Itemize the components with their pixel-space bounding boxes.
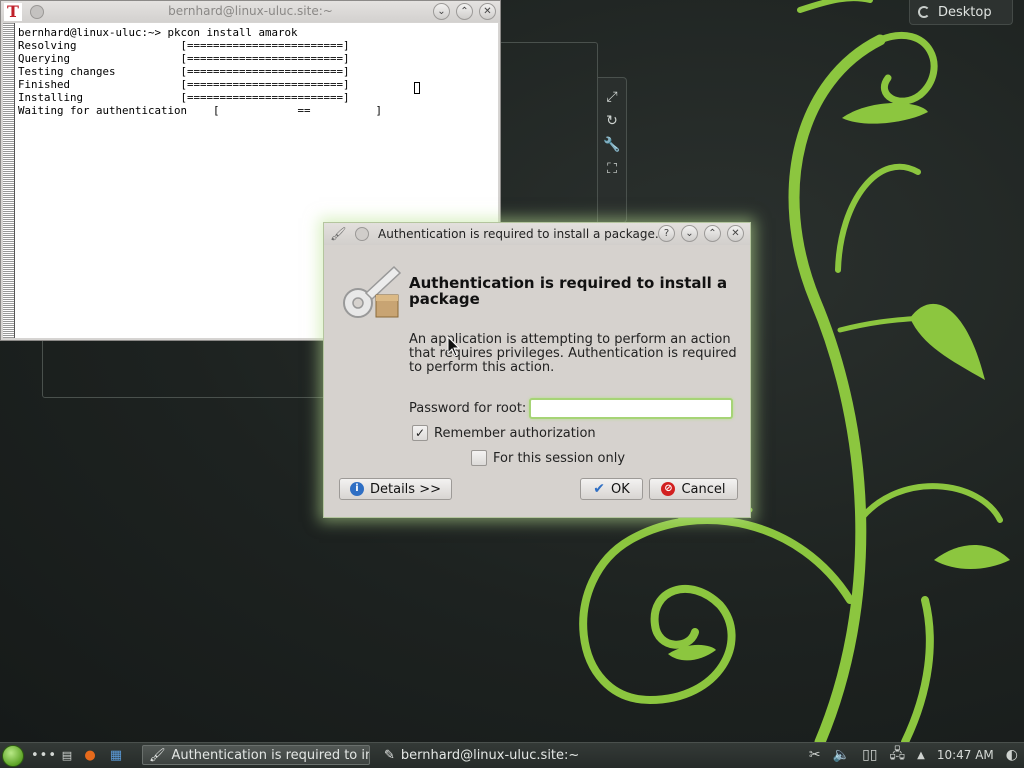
cancel-button-label: Cancel [681,481,726,497]
rotate-icon[interactable]: ↻ [603,112,621,130]
volume-icon[interactable]: 🔈 [833,747,850,763]
unchecked-box-icon[interactable] [471,450,487,466]
check-icon[interactable]: ✓ [412,425,428,441]
network-icon[interactable]: 🖧 [889,743,905,767]
dialog-title: Authentication is required to install a … [378,227,667,241]
cancel-icon: ⊘ [661,482,676,496]
password-field[interactable] [529,398,733,419]
terminal-scrollbar[interactable] [3,23,15,338]
password-label: Password for root: [409,401,527,416]
desktop-toolbox-button[interactable]: Desktop [909,0,1013,25]
remember-authorization-checkbox[interactable]: ✓ Remember authorization [412,425,596,441]
minimize-button[interactable]: ⌄ [433,3,450,20]
window-menu-dot[interactable] [354,227,369,241]
pager-icon[interactable]: ▤ [58,749,76,762]
details-button[interactable]: i Details >> [339,478,452,500]
minimize-button[interactable]: ⌄ [681,225,698,242]
konsole-icon: ✎ [384,747,395,763]
help-button[interactable]: ? [658,225,675,242]
resize-icon[interactable]: ⤢ [603,88,621,106]
cashew-icon[interactable]: ◐ [1006,747,1018,763]
task-terminal-label: bernhard@linux-uluc.site:~ [400,747,578,763]
wrench-icon[interactable]: 🔧 [603,136,621,154]
cancel-button[interactable]: ⊘ Cancel [649,478,738,500]
cashew-icon [918,6,930,18]
brush-icon: 🖌 [149,747,166,763]
application-launcher-icon[interactable] [2,744,24,767]
remember-authorization-label[interactable]: Remember authorization [434,426,596,441]
maximize-icon[interactable]: ⛶ [603,160,621,178]
maximize-button[interactable]: ⌃ [456,3,473,20]
task-auth-dialog[interactable]: 🖌 Authentication is required to in [142,745,370,765]
device-notifier-icon[interactable]: ▯▯ [862,747,877,763]
tray-expand-icon[interactable]: ▲ [917,750,925,761]
maximize-button[interactable]: ⌃ [704,225,721,242]
dialog-heading: Authentication is required to install a … [409,274,728,308]
close-button[interactable]: ✕ [479,3,496,20]
close-button[interactable]: ✕ [727,225,744,242]
terminal-cursor [414,82,420,94]
details-button-label: Details >> [370,481,441,497]
clock[interactable]: 10:47 AM [937,748,994,762]
ok-button[interactable]: ✔ OK [580,478,643,500]
desktop-toolbox-label: Desktop [938,4,992,20]
dialog-titlebar[interactable]: 🖌 Authentication is required to install … [324,223,750,245]
mouse-pointer-icon [447,336,461,357]
file-manager-icon[interactable]: ▦ [104,748,128,763]
more-dots-icon[interactable]: ••• [30,748,58,763]
task-auth-dialog-label: Authentication is required to in [171,747,370,763]
system-tray: ✂ 🔈 ▯▯ 🖧 ▲ 10:47 AM ◐ [809,743,1024,767]
widget-handle[interactable]: ⤢ ↻ 🔧 ⛶ [598,77,627,223]
session-only-label[interactable]: For this session only [493,451,625,466]
info-icon: i [350,482,364,496]
klipper-icon[interactable]: ✂ [809,747,821,763]
brush-icon: 🖌 [330,226,347,242]
session-only-checkbox[interactable]: For this session only [471,450,625,466]
terminal-title: bernhard@linux-uluc.site:~ [168,4,333,18]
task-terminal[interactable]: ✎ bernhard@linux-uluc.site:~ [378,745,578,765]
ok-button-label: OK [610,481,630,497]
auth-dialog[interactable]: 🖌 Authentication is required to install … [323,222,751,518]
key-package-icon [343,265,402,318]
checkmark-icon: ✔ [593,481,605,497]
terminal-titlebar[interactable]: T bernhard@linux-uluc.site:~ ⌄ ⌃ ✕ [1,1,500,22]
firefox-icon[interactable]: ● [76,748,104,763]
